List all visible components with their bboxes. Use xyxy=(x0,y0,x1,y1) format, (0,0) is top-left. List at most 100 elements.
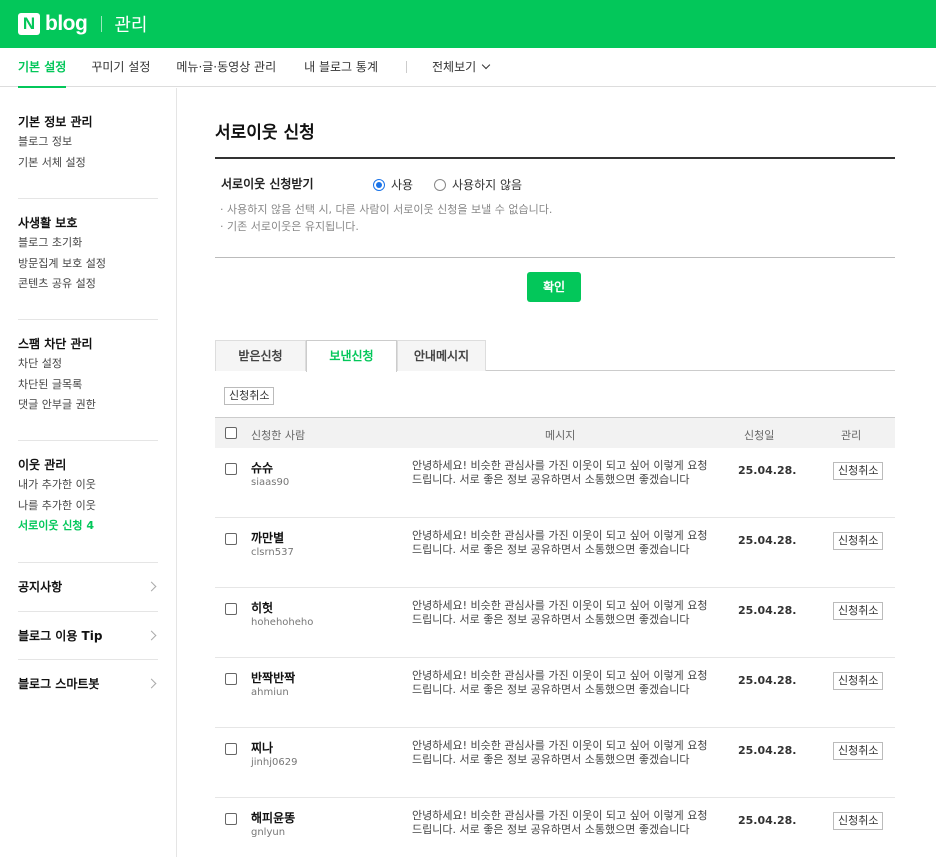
row-nickname[interactable]: 해피윤똥 xyxy=(251,809,295,826)
sidebar-item-blog-info[interactable]: 블로그 정보 xyxy=(18,132,158,153)
chevron-down-icon xyxy=(481,60,491,69)
row-user-id: ahmiun xyxy=(251,687,289,698)
row-user-id: siaas90 xyxy=(251,477,290,488)
sidebar-item-content-share[interactable]: 콘텐츠 공유 설정 xyxy=(18,274,158,295)
row-cancel-button[interactable]: 신청취소 xyxy=(833,812,884,830)
row-checkbox[interactable] xyxy=(225,813,237,825)
table-row: 히헛 hohehoheho 안녕하세요! 비슷한 관심사를 가진 이웃이 되고 … xyxy=(215,588,895,658)
table-row: 반짝반짝 ahmiun 안녕하세요! 비슷한 관심사를 가진 이웃이 되고 싶어… xyxy=(215,658,895,728)
option-note: · 사용하지 않음 선택 시, 다른 사람이 서로이웃 신청을 보낼 수 없습니… xyxy=(220,203,553,216)
top-header: N blog 관리 xyxy=(0,0,936,48)
radio-checked-icon xyxy=(373,178,385,191)
sidebar-divider xyxy=(18,319,158,320)
sidebar-link-label: 블로그 스마트봇 xyxy=(18,677,100,691)
sidebar-group-title: 기본 정보 관리 xyxy=(18,115,93,129)
row-nickname[interactable]: 반짝반짝 xyxy=(251,669,295,686)
row-nickname[interactable]: 찌나 xyxy=(251,739,273,756)
sidebar-divider xyxy=(18,562,158,563)
table-row: 슈슈 siaas90 안녕하세요! 비슷한 관심사를 가진 이웃이 되고 싶어 … xyxy=(215,448,895,518)
section-divider xyxy=(215,257,895,258)
sidebar-item-visit-protection[interactable]: 방문집계 보호 설정 xyxy=(18,254,158,275)
row-cancel-button[interactable]: 신청취소 xyxy=(833,532,884,550)
radio-not-use[interactable]: 사용하지 않음 xyxy=(434,176,522,193)
row-date: 25.04.28. xyxy=(738,674,797,687)
tab-guide-message[interactable]: 안내메시지 xyxy=(397,340,486,371)
row-cancel-button[interactable]: 신청취소 xyxy=(833,672,884,690)
row-checkbox[interactable] xyxy=(225,463,237,475)
sidebar-item-comment-permission[interactable]: 댓글 안부글 권한 xyxy=(18,395,158,416)
naver-logo-icon[interactable]: N xyxy=(18,13,40,35)
row-message: 안녕하세요! 비슷한 관심사를 가진 이웃이 되고 싶어 이렇게 요청 드립니다… xyxy=(412,459,708,486)
sidebar-group-privacy: 사생활 보호 블로그 초기화 방문집계 보호 설정 콘텐츠 공유 설정 xyxy=(18,213,158,295)
header-manage: 관리 xyxy=(841,429,862,442)
row-date: 25.04.28. xyxy=(738,604,797,617)
row-cancel-button[interactable]: 신청취소 xyxy=(833,462,884,480)
table-row: 찌나 jinhj0629 안녕하세요! 비슷한 관심사를 가진 이웃이 되고 싶… xyxy=(215,728,895,798)
header-message: 메시지 xyxy=(545,429,576,442)
radio-use[interactable]: 사용 xyxy=(373,176,413,193)
radio-unchecked-icon xyxy=(434,178,446,191)
title-divider xyxy=(215,157,895,159)
sidebar-item-font-settings[interactable]: 기본 서체 설정 xyxy=(18,153,158,174)
row-user-id: jinhj0629 xyxy=(251,757,298,768)
row-checkbox[interactable] xyxy=(225,673,237,685)
tab-blog-stats[interactable]: 내 블로그 통계 xyxy=(304,48,378,87)
top-nav: 기본 설정 꾸미기 설정 메뉴·글·동영상 관리 내 블로그 통계 전체보기 xyxy=(0,48,936,88)
confirm-button[interactable]: 확인 xyxy=(527,272,581,302)
sidebar-group-neighbors: 이웃 관리 내가 추가한 이웃 나를 추가한 이웃 서로이웃 신청 4 xyxy=(18,455,158,537)
row-nickname[interactable]: 슈슈 xyxy=(251,459,273,476)
tab-basic-settings[interactable]: 기본 설정 xyxy=(18,48,67,88)
header-divider xyxy=(101,16,103,32)
tab-content-management[interactable]: 메뉴·글·동영상 관리 xyxy=(176,48,276,87)
sidebar: 기본 정보 관리 블로그 정보 기본 서체 설정 사생활 보호 블로그 초기화 … xyxy=(0,88,177,857)
view-all-label: 전체보기 xyxy=(432,59,477,74)
row-cancel-button[interactable]: 신청취소 xyxy=(833,742,884,760)
sidebar-link-smartbot[interactable]: 블로그 스마트봇 xyxy=(18,674,158,694)
blog-logo-text[interactable]: blog xyxy=(45,12,88,36)
row-date: 25.04.28. xyxy=(738,744,797,757)
request-tabs: 받은신청 보낸신청 안내메시지 xyxy=(215,340,895,372)
cancel-selected-button[interactable]: 신청취소 xyxy=(224,387,275,405)
view-all-menu[interactable]: 전체보기 xyxy=(432,48,491,87)
row-user-id: clsrn537 xyxy=(251,547,294,558)
table-header: 신청한 사람 메시지 신청일 관리 xyxy=(215,417,895,448)
header-requester: 신청한 사람 xyxy=(251,429,306,442)
row-nickname[interactable]: 히헛 xyxy=(251,599,273,616)
row-user-id: hohehoheho xyxy=(251,617,314,628)
row-checkbox[interactable] xyxy=(225,743,237,755)
row-message: 안녕하세요! 비슷한 관심사를 가진 이웃이 되고 싶어 이렇게 요청 드립니다… xyxy=(412,809,708,836)
table-row: 해피윤똥 gnlyun 안녕하세요! 비슷한 관심사를 가진 이웃이 되고 싶어… xyxy=(215,798,895,857)
sidebar-group-basic-info: 기본 정보 관리 블로그 정보 기본 서체 설정 xyxy=(18,112,158,173)
row-message: 안녕하세요! 비슷한 관심사를 가진 이웃이 되고 싶어 이렇게 요청 드립니다… xyxy=(412,599,708,626)
sidebar-group-spam: 스팸 차단 관리 차단 설정 차단된 글목록 댓글 안부글 권한 xyxy=(18,334,158,416)
page-title: 서로이웃 신청 xyxy=(215,123,315,143)
tab-received[interactable]: 받은신청 xyxy=(215,340,306,371)
row-user-id: gnlyun xyxy=(251,827,286,838)
sidebar-divider xyxy=(18,659,158,660)
sidebar-group-title: 이웃 관리 xyxy=(18,458,67,472)
sidebar-link-label: 공지사항 xyxy=(18,580,63,594)
sidebar-item-followers[interactable]: 나를 추가한 이웃 xyxy=(18,496,158,517)
tab-decoration-settings[interactable]: 꾸미기 설정 xyxy=(91,48,150,87)
sidebar-link-label: 블로그 이용 Tip xyxy=(18,629,103,643)
sidebar-group-title: 사생활 보호 xyxy=(18,216,78,230)
tab-sent[interactable]: 보낸신청 xyxy=(306,340,397,372)
sidebar-link-notice[interactable]: 공지사항 xyxy=(18,577,158,597)
chevron-right-icon xyxy=(146,678,157,689)
sidebar-item-mutual-requests[interactable]: 서로이웃 신청 4 xyxy=(18,516,158,537)
row-message: 안녕하세요! 비슷한 관심사를 가진 이웃이 되고 싶어 이렇게 요청 드립니다… xyxy=(412,669,708,696)
row-checkbox[interactable] xyxy=(225,603,237,615)
sidebar-item-block-settings[interactable]: 차단 설정 xyxy=(18,354,158,375)
sidebar-item-my-neighbors[interactable]: 내가 추가한 이웃 xyxy=(18,475,158,496)
sidebar-link-tips[interactable]: 블로그 이용 Tip xyxy=(18,626,158,646)
row-checkbox[interactable] xyxy=(225,533,237,545)
option-label: 서로이웃 신청받기 xyxy=(221,177,314,191)
row-message: 안녕하세요! 비슷한 관심사를 가진 이웃이 되고 싶어 이렇게 요청 드립니다… xyxy=(412,739,708,766)
row-message: 안녕하세요! 비슷한 관심사를 가진 이웃이 되고 싶어 이렇게 요청 드립니다… xyxy=(412,529,708,556)
row-date: 25.04.28. xyxy=(738,534,797,547)
select-all-checkbox[interactable] xyxy=(225,427,237,439)
sidebar-item-blocked-posts[interactable]: 차단된 글목록 xyxy=(18,375,158,396)
sidebar-item-blog-reset[interactable]: 블로그 초기화 xyxy=(18,233,158,254)
row-cancel-button[interactable]: 신청취소 xyxy=(833,602,884,620)
row-nickname[interactable]: 까만별 xyxy=(251,529,284,546)
